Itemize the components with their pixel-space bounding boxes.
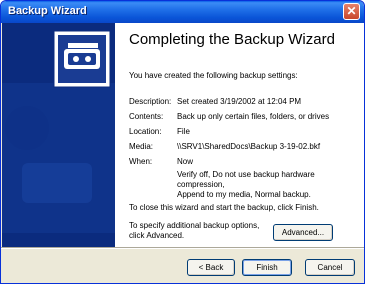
backup-wizard-icon	[2, 30, 115, 233]
wizard-content: Completing the Backup Wizard You have cr…	[115, 23, 364, 247]
setting-value: Set created 3/19/2002 at 12:04 PM	[177, 97, 302, 106]
setting-label: When:	[129, 157, 153, 166]
backup-options-text: Verify off, Do not use backup hardware c…	[177, 170, 364, 200]
setting-label: Media:	[129, 142, 154, 151]
close-button[interactable]: ✕	[343, 3, 360, 20]
setting-value: File	[177, 127, 190, 136]
button-separator	[1, 247, 364, 249]
setting-value: \\SRV1\SharedDocs\Backup 3-19-02.bkf	[177, 142, 321, 151]
intro-text: You have created the following backup se…	[129, 71, 298, 80]
backup-wizard-window: Backup Wizard ✕ Completing the Backup Wi…	[0, 0, 365, 284]
page-title: Completing the Backup Wizard	[129, 31, 335, 48]
setting-value: Back up only certain files, folders, or …	[177, 112, 330, 121]
window-title: Backup Wizard	[8, 5, 87, 17]
advanced-button[interactable]: Advanced...	[273, 224, 333, 241]
title-bar[interactable]: Backup Wizard ✕	[1, 1, 364, 23]
finish-button[interactable]: Finish	[242, 259, 292, 276]
options-line: Append to my media, Normal backup.	[177, 190, 311, 199]
advanced-line: To specify additional backup options,	[129, 221, 260, 230]
setting-label: Description:	[129, 97, 172, 106]
close-icon: ✕	[346, 4, 357, 18]
setting-value: Now	[177, 157, 194, 166]
advanced-instruction: To specify additional backup options, cl…	[129, 221, 259, 241]
setting-label: Location:	[129, 127, 162, 136]
options-line: Verify off, Do not use backup hardware c…	[177, 170, 315, 189]
finish-instruction: To close this wizard and start the backu…	[129, 203, 319, 212]
wizard-side-panel	[2, 23, 115, 247]
back-button[interactable]: < Back	[187, 259, 235, 276]
cancel-button[interactable]: Cancel	[305, 259, 355, 276]
setting-label: Contents:	[129, 112, 164, 121]
advanced-line: click Advanced.	[129, 231, 185, 240]
